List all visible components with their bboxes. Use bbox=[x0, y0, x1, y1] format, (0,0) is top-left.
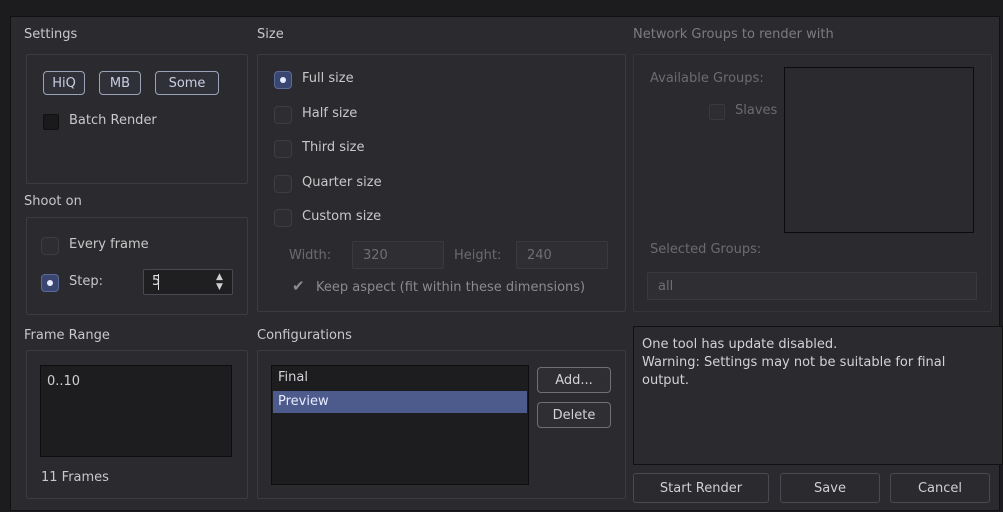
frame-range-value: 0..10 bbox=[47, 374, 81, 389]
available-groups-label: Available Groups: bbox=[650, 71, 764, 86]
frame-range-field[interactable]: 0..10 bbox=[40, 365, 232, 457]
spin-down-icon[interactable]: ▼ bbox=[216, 282, 223, 292]
message-text: One tool has update disabled. Warning: S… bbox=[642, 336, 992, 390]
render-settings-dialog: Settings HiQ MB Some Batch Render Shoot … bbox=[10, 16, 1003, 511]
slaves-label: Slaves bbox=[735, 103, 778, 118]
batch-render-checkbox[interactable] bbox=[43, 114, 59, 130]
configurations-title: Configurations bbox=[257, 328, 352, 343]
frame-range-group: 0..10 11 Frames bbox=[26, 350, 248, 499]
mb-toggle[interactable]: MB bbox=[99, 71, 141, 95]
message-line-2: Warning: Settings may not be suitable fo… bbox=[642, 355, 946, 388]
half-size-radio[interactable] bbox=[274, 106, 292, 124]
size-group: Full size Half size Third size Quarter s… bbox=[257, 54, 626, 312]
configurations-list[interactable]: Final Preview bbox=[271, 365, 529, 485]
keep-aspect-check-icon[interactable]: ✔ bbox=[292, 277, 305, 295]
shoot-on-group: Every frame Step: 5 ▲ ▼ bbox=[26, 217, 248, 315]
slaves-checkbox[interactable] bbox=[709, 104, 725, 120]
delete-button[interactable]: Delete bbox=[537, 402, 611, 428]
batch-render-label: Batch Render bbox=[69, 113, 157, 128]
height-field[interactable]: 240 bbox=[516, 241, 608, 269]
config-item-final[interactable]: Final bbox=[273, 367, 527, 389]
config-item-preview[interactable]: Preview bbox=[273, 391, 527, 413]
full-size-label: Full size bbox=[302, 71, 354, 86]
keep-aspect-label: Keep aspect (fit within these dimensions… bbox=[316, 280, 586, 295]
third-size-label: Third size bbox=[302, 140, 365, 155]
quarter-size-label: Quarter size bbox=[302, 175, 382, 190]
step-radio[interactable] bbox=[41, 274, 59, 292]
spin-up-icon[interactable]: ▲ bbox=[216, 272, 223, 282]
step-spinbox[interactable]: 5 ▲ ▼ bbox=[143, 269, 233, 295]
settings-group: HiQ MB Some Batch Render bbox=[26, 54, 248, 184]
frame-count-label: 11 Frames bbox=[41, 470, 109, 485]
custom-size-radio[interactable] bbox=[274, 209, 292, 227]
save-button[interactable]: Save bbox=[780, 473, 880, 503]
half-size-label: Half size bbox=[302, 106, 358, 121]
width-field[interactable]: 320 bbox=[352, 241, 444, 269]
frame-range-title: Frame Range bbox=[24, 328, 110, 343]
selected-groups-field[interactable]: all bbox=[647, 272, 977, 300]
settings-title: Settings bbox=[24, 27, 78, 42]
third-size-radio[interactable] bbox=[274, 140, 292, 158]
text-cursor bbox=[158, 274, 159, 290]
message-line-1: One tool has update disabled. bbox=[642, 337, 838, 352]
message-panel: One tool has update disabled. Warning: S… bbox=[633, 326, 1003, 465]
available-groups-list[interactable] bbox=[784, 67, 974, 233]
every-frame-radio[interactable] bbox=[41, 237, 59, 255]
size-title: Size bbox=[257, 27, 284, 42]
cancel-button[interactable]: Cancel bbox=[890, 473, 990, 503]
some-toggle[interactable]: Some bbox=[155, 71, 219, 95]
full-size-radio[interactable] bbox=[274, 71, 292, 89]
add-button[interactable]: Add... bbox=[537, 367, 611, 393]
selected-groups-label: Selected Groups: bbox=[650, 242, 762, 257]
height-label: Height: bbox=[454, 248, 502, 263]
network-groups-title: Network Groups to render with bbox=[633, 27, 834, 42]
hiq-toggle[interactable]: HiQ bbox=[43, 71, 85, 95]
width-label: Width: bbox=[289, 248, 332, 263]
custom-size-label: Custom size bbox=[302, 209, 382, 224]
step-value: 5 bbox=[152, 274, 161, 289]
start-render-button[interactable]: Start Render bbox=[633, 473, 769, 503]
shoot-on-title: Shoot on bbox=[24, 194, 82, 209]
step-label: Step: bbox=[69, 274, 103, 289]
network-groups-group: Available Groups: Slaves Selected Groups… bbox=[633, 54, 992, 312]
every-frame-label: Every frame bbox=[69, 237, 149, 252]
configurations-group: Final Preview Add... Delete bbox=[257, 350, 626, 499]
quarter-size-radio[interactable] bbox=[274, 175, 292, 193]
